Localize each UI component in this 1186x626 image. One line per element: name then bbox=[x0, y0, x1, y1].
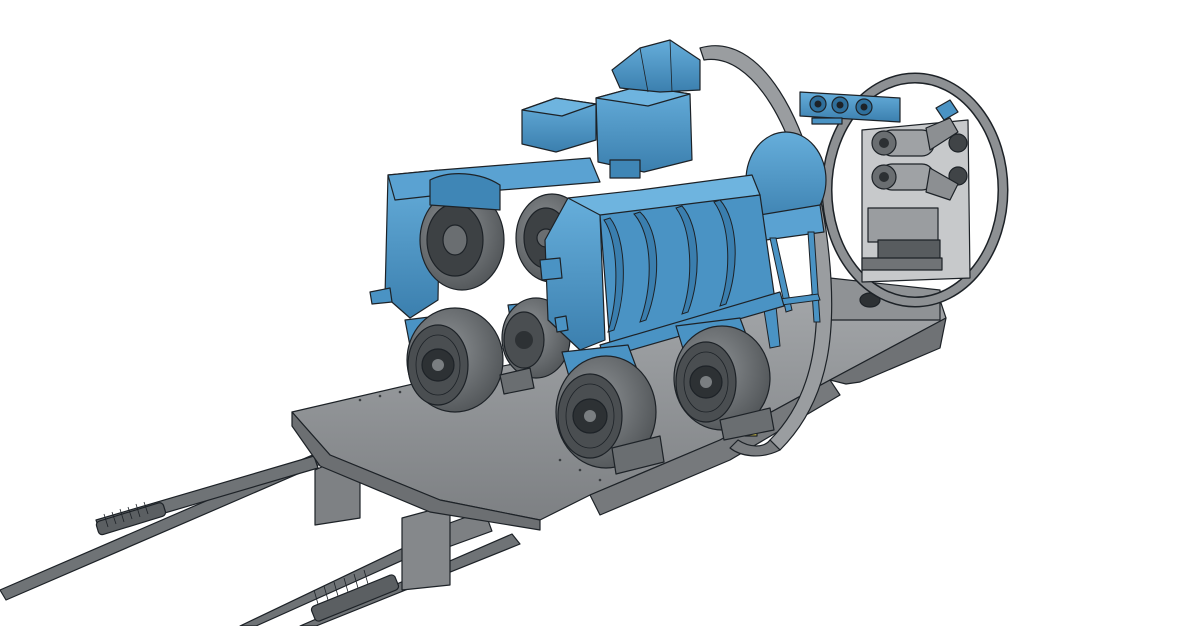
servo-block-dark bbox=[877, 239, 941, 261]
optics-boxes bbox=[521, 39, 701, 179]
servo-block bbox=[867, 207, 939, 243]
sensor-bar bbox=[799, 91, 959, 125]
cad-3d-viewport[interactable] bbox=[0, 0, 1186, 626]
blue-bracket bbox=[935, 99, 959, 121]
dome bbox=[611, 39, 701, 93]
barrel-right bbox=[239, 509, 521, 626]
barrel-left bbox=[0, 449, 331, 601]
front-block-2 bbox=[401, 504, 451, 591]
